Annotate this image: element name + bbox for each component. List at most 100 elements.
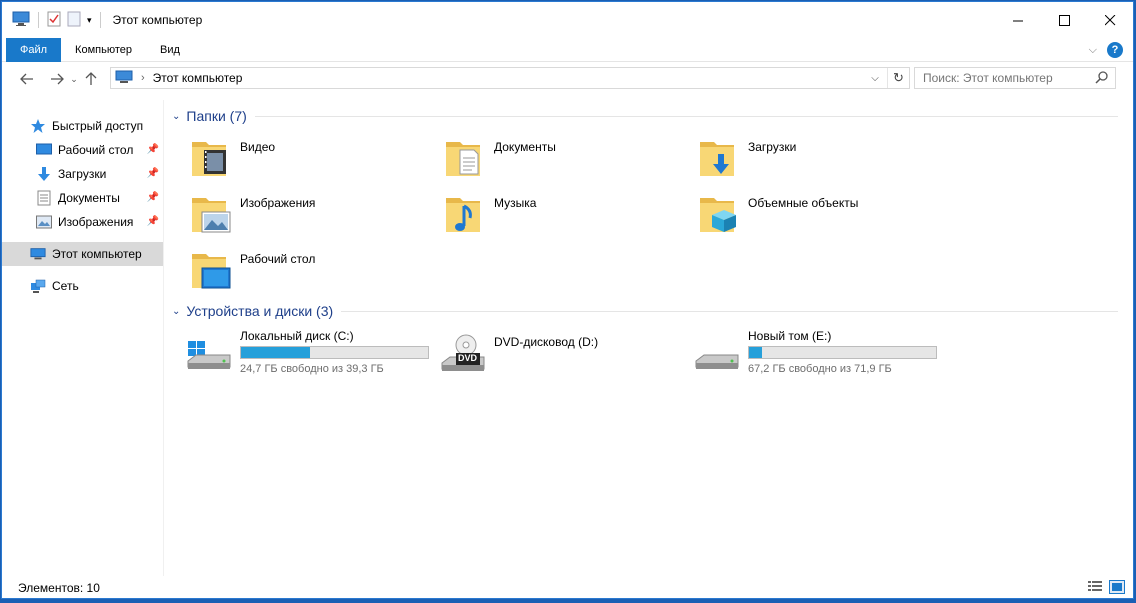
video-folder-icon: [190, 136, 234, 180]
drive-item-d[interactable]: DVD DVD-дисковод (D:): [440, 329, 690, 379]
drive-free-space: 67,2 ГБ свободно из 71,9 ГБ: [748, 363, 892, 375]
toolbar-separator: [99, 12, 101, 28]
folder-item-music[interactable]: Музыка: [444, 192, 694, 242]
tiles-view-icon[interactable]: [1109, 580, 1125, 597]
recent-locations-button[interactable]: ⌄: [68, 68, 80, 90]
sidebar-item-label: Изображения: [58, 215, 134, 229]
customize-toolbar-icon[interactable]: ▾: [87, 15, 92, 26]
search-box[interactable]: [914, 67, 1116, 89]
downloads-folder-icon: [698, 136, 742, 180]
folder-item-downloads[interactable]: Загрузки: [698, 136, 948, 186]
drive-label: DVD-дисковод (D:): [494, 335, 599, 349]
pin-icon[interactable]: 📌: [147, 168, 159, 179]
chevron-down-icon[interactable]: ⌵: [867, 68, 883, 88]
navigation-pane: Быстрый доступ Рабочий стол 📌 Загрузки 📌…: [2, 100, 164, 576]
hard-drive-icon: [694, 333, 740, 373]
group-header-devices[interactable]: ⌄ Устройства и диски (3): [172, 301, 1118, 321]
network-icon: [30, 278, 46, 294]
sidebar-item-pictures[interactable]: Изображения 📌: [2, 210, 163, 234]
group-title: Папки (7): [186, 108, 247, 124]
quick-access-toolbar: ▾: [2, 11, 103, 30]
drive-item-c[interactable]: Локальный диск (C:) 24,7 ГБ свободно из …: [186, 329, 436, 379]
sidebar-item-this-pc[interactable]: Этот компьютер: [2, 242, 163, 266]
address-bar[interactable]: › Этот компьютер ⌵ ↻: [110, 67, 910, 89]
help-icon[interactable]: ?: [1107, 42, 1123, 58]
new-folder-icon[interactable]: [67, 11, 81, 30]
folder-item-desktop[interactable]: Рабочий стол: [190, 248, 440, 298]
search-input[interactable]: [923, 71, 1093, 85]
pictures-folder-icon: [190, 192, 234, 236]
drive-item-e[interactable]: Новый том (E:) 67,2 ГБ свободно из 71,9 …: [694, 329, 944, 379]
expand-ribbon-icon[interactable]: ⌵: [1089, 44, 1097, 57]
tab-view[interactable]: Вид: [146, 38, 194, 62]
forward-button[interactable]: [46, 68, 68, 90]
group-divider: [254, 115, 1118, 117]
sidebar-item-desktop[interactable]: Рабочий стол 📌: [2, 138, 163, 162]
windows-drive-icon: [186, 333, 232, 373]
drive-label: Локальный диск (C:): [240, 329, 354, 343]
folder-item-video[interactable]: Видео: [190, 136, 440, 186]
desktop-icon: [36, 142, 52, 158]
drive-free-space: 24,7 ГБ свободно из 39,3 ГБ: [240, 363, 384, 375]
content-pane: ⌄ Папки (7) Видео Документы Загрузки Изо…: [168, 100, 1128, 576]
pin-icon[interactable]: 📌: [147, 144, 159, 155]
maximize-button[interactable]: [1041, 2, 1087, 38]
group-title: Устройства и диски (3): [186, 303, 334, 319]
dvd-label: DVD: [458, 353, 478, 363]
ribbon-right: ⌵ ?: [1089, 38, 1123, 62]
3d-objects-folder-icon: [698, 192, 742, 236]
picture-icon: [36, 214, 52, 230]
sidebar-item-label: Этот компьютер: [52, 247, 142, 261]
computer-icon: [30, 246, 46, 262]
group-divider: [341, 310, 1118, 312]
toolbar-separator: [38, 12, 39, 28]
sidebar-item-network[interactable]: Сеть: [2, 274, 163, 298]
folder-item-documents[interactable]: Документы: [444, 136, 694, 186]
back-button[interactable]: [16, 68, 38, 90]
up-button[interactable]: [80, 68, 102, 90]
chevron-right-icon[interactable]: ›: [141, 72, 145, 84]
document-icon: [36, 190, 52, 206]
folder-label: Документы: [494, 140, 556, 154]
folder-label: Музыка: [494, 196, 537, 210]
chevron-down-icon[interactable]: ⌄: [172, 111, 180, 122]
folder-label: Видео: [240, 140, 276, 154]
ribbon-tabs: Файл Компьютер Вид ⌵ ?: [2, 37, 1133, 62]
close-button[interactable]: [1087, 2, 1133, 38]
download-icon: [36, 166, 52, 182]
sidebar-item-label: Сеть: [52, 279, 79, 293]
window-title: Этот компьютер: [112, 13, 203, 27]
chevron-down-icon[interactable]: ⌄: [172, 306, 180, 317]
pin-icon[interactable]: 📌: [147, 192, 159, 203]
drive-usage-fill: [241, 347, 311, 358]
sidebar-item-downloads[interactable]: Загрузки 📌: [2, 162, 163, 186]
folder-label: Рабочий стол: [240, 252, 316, 266]
sidebar-item-quick-access[interactable]: Быстрый доступ: [2, 114, 163, 138]
folder-item-3d-objects[interactable]: Объемные объекты: [698, 192, 948, 242]
sidebar-item-documents[interactable]: Документы 📌: [2, 186, 163, 210]
sidebar-item-label: Быстрый доступ: [52, 119, 144, 133]
explorer-window: ▾ Этот компьютер Файл Компьютер Вид ⌵ ? …: [1, 1, 1134, 599]
documents-folder-icon: [444, 136, 488, 180]
drive-usage-bar: [240, 346, 429, 359]
window-controls: [995, 2, 1133, 38]
breadcrumb[interactable]: Этот компьютер: [153, 71, 243, 85]
tab-file[interactable]: Файл: [6, 37, 62, 62]
details-view-icon[interactable]: [1087, 580, 1103, 597]
properties-icon[interactable]: [47, 11, 61, 30]
folder-label: Объемные объекты: [748, 196, 859, 210]
group-header-folders[interactable]: ⌄ Папки (7): [172, 106, 1118, 126]
tab-computer[interactable]: Компьютер: [61, 38, 146, 62]
folder-label: Изображения: [240, 196, 316, 210]
sidebar-item-label: Рабочий стол: [58, 143, 134, 157]
refresh-icon[interactable]: ↻: [887, 68, 909, 88]
computer-icon: [12, 11, 30, 30]
pin-icon[interactable]: 📌: [147, 216, 159, 227]
search-icon[interactable]: [1095, 70, 1109, 87]
drive-usage-bar: [748, 346, 937, 359]
desktop-folder-icon: [190, 248, 234, 292]
view-switcher: [1087, 580, 1125, 597]
dvd-drive-icon: DVD: [440, 333, 486, 373]
folder-item-pictures[interactable]: Изображения: [190, 192, 440, 242]
minimize-button[interactable]: [995, 2, 1041, 38]
